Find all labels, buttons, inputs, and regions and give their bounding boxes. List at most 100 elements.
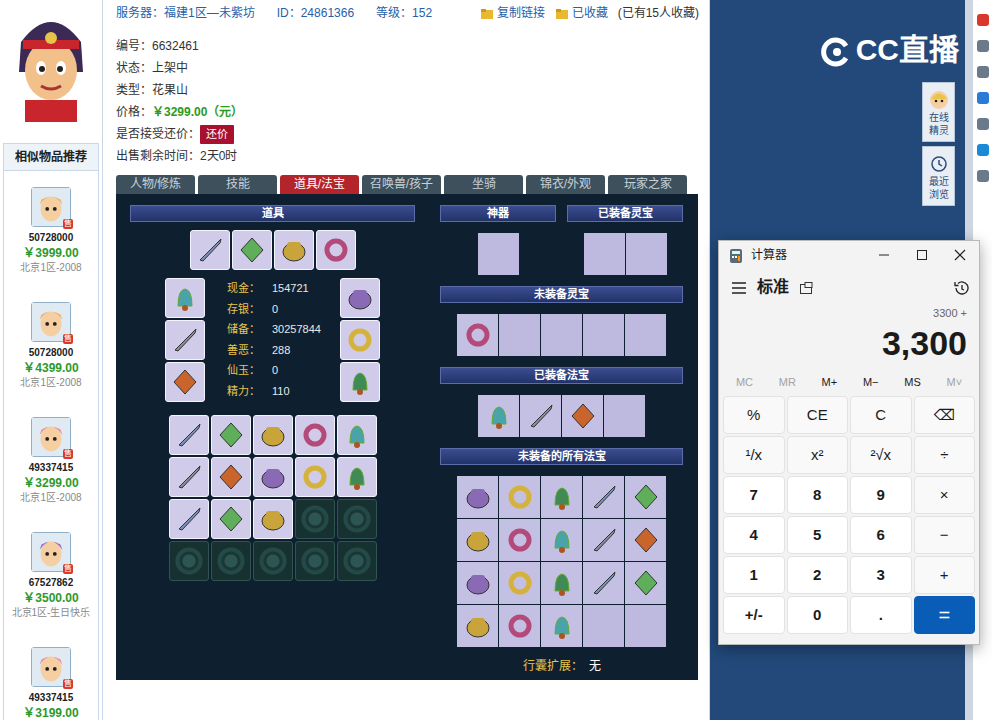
item-slot[interactable] (316, 230, 356, 270)
similar-item[interactable]: 售50728000￥4399.00北京1区-2008 (4, 286, 98, 401)
item-slot[interactable] (457, 562, 498, 604)
side-button[interactable]: 在线精灵 (922, 82, 955, 142)
tab[interactable]: 坐骑 (444, 175, 523, 194)
toolbar-icon[interactable] (977, 40, 989, 52)
item-slot[interactable] (541, 476, 582, 518)
bargain-button[interactable]: 还价 (200, 125, 234, 144)
item-slot[interactable] (211, 499, 251, 539)
item-slot[interactable] (211, 415, 251, 455)
calc-key[interactable]: x² (787, 436, 849, 474)
item-slot[interactable] (211, 457, 251, 497)
item-slot[interactable] (340, 320, 380, 360)
calc-key[interactable]: 1 (723, 556, 785, 594)
history-icon[interactable] (953, 278, 969, 296)
similar-item[interactable]: 售49337415￥3299.00北京1区-2008 (4, 401, 98, 516)
item-slot[interactable] (478, 395, 519, 437)
item-slot[interactable] (625, 476, 666, 518)
item-slot[interactable] (499, 562, 540, 604)
toolbar-icon[interactable] (977, 92, 989, 104)
item-slot[interactable] (295, 415, 335, 455)
item-slot[interactable] (499, 476, 540, 518)
item-slot[interactable] (499, 519, 540, 561)
maximize-icon[interactable] (903, 241, 941, 269)
calc-key[interactable]: C (850, 396, 912, 434)
toolbar-icon[interactable] (977, 14, 989, 26)
item-slot[interactable] (253, 457, 293, 497)
item-slot[interactable] (165, 278, 205, 318)
item-slot[interactable] (457, 605, 498, 647)
calc-key[interactable]: 8 (787, 476, 849, 514)
calc-key[interactable]: 9 (850, 476, 912, 514)
calc-key[interactable]: + (914, 556, 976, 594)
item-slot[interactable] (583, 476, 624, 518)
minimize-icon[interactable] (865, 241, 903, 269)
item-avatar-icon[interactable]: 售 (31, 302, 71, 342)
item-slot[interactable] (520, 395, 561, 437)
toolbar-icon[interactable] (977, 144, 989, 156)
item-slot[interactable] (232, 230, 272, 270)
similar-item[interactable]: 售50728000￥3999.00北京1区-2008 (4, 171, 98, 286)
item-avatar-icon[interactable]: 售 (31, 647, 71, 687)
tab[interactable]: 人物/修炼 (116, 175, 195, 194)
toolbar-icon[interactable] (977, 170, 989, 182)
item-slot[interactable] (295, 457, 335, 497)
calc-key[interactable]: = (914, 596, 976, 634)
item-slot[interactable] (340, 362, 380, 402)
calc-key[interactable]: +/- (723, 596, 785, 634)
item-slot[interactable] (274, 230, 314, 270)
calc-key[interactable]: 4 (723, 516, 785, 554)
item-slot[interactable] (169, 499, 209, 539)
calc-key[interactable]: % (723, 396, 785, 434)
close-icon[interactable] (941, 241, 979, 269)
calc-key[interactable]: 6 (850, 516, 912, 554)
calc-key[interactable]: ⌫ (914, 396, 976, 434)
cc-logo[interactable]: CC直播 (820, 32, 959, 68)
calc-key[interactable]: × (914, 476, 976, 514)
item-slot[interactable] (457, 476, 498, 518)
calc-key[interactable]: CE (787, 396, 849, 434)
item-avatar-icon[interactable]: 售 (31, 417, 71, 457)
item-slot[interactable] (625, 519, 666, 561)
item-slot[interactable] (337, 457, 377, 497)
item-slot[interactable] (541, 605, 582, 647)
item-slot[interactable] (253, 415, 293, 455)
item-slot[interactable] (583, 562, 624, 604)
item-slot[interactable] (499, 605, 540, 647)
calc-key[interactable]: ÷ (914, 436, 976, 474)
menu-icon[interactable] (731, 278, 747, 296)
item-slot[interactable] (541, 562, 582, 604)
calc-key[interactable]: 7 (723, 476, 785, 514)
item-slot[interactable] (457, 314, 498, 356)
tab[interactable]: 召唤兽/孩子 (362, 175, 441, 194)
memory-button[interactable]: MS (900, 372, 925, 393)
calc-key[interactable]: − (914, 516, 976, 554)
item-slot[interactable] (169, 457, 209, 497)
tab[interactable]: 玩家之家 (608, 175, 687, 194)
calc-key[interactable]: ²√x (850, 436, 912, 474)
tab[interactable]: 技能 (198, 175, 277, 194)
item-slot[interactable] (253, 499, 293, 539)
item-slot[interactable] (340, 278, 380, 318)
memory-button[interactable]: M− (859, 372, 883, 393)
item-slot[interactable] (583, 519, 624, 561)
item-slot[interactable] (190, 230, 230, 270)
item-slot[interactable] (625, 562, 666, 604)
similar-item[interactable]: 售67527862￥3500.00北京1区-生日快乐 (4, 516, 98, 631)
item-slot[interactable] (541, 519, 582, 561)
item-slot[interactable] (165, 320, 205, 360)
calc-key[interactable]: 3 (850, 556, 912, 594)
item-slot[interactable] (457, 519, 498, 561)
item-slot[interactable] (165, 362, 205, 402)
similar-item[interactable]: 售49337415￥3199.00 (4, 631, 98, 720)
item-slot[interactable] (562, 395, 603, 437)
copy-link-button[interactable]: 复制链接 (480, 4, 545, 22)
calc-key[interactable]: . (850, 596, 912, 634)
side-button[interactable]: 最近浏览 (922, 146, 955, 206)
calc-key[interactable]: ¹/x (723, 436, 785, 474)
tab[interactable]: 道具/法宝 (280, 175, 359, 194)
memory-button[interactable]: M+ (818, 372, 842, 393)
item-slot[interactable] (169, 415, 209, 455)
calc-key[interactable]: 2 (787, 556, 849, 594)
calc-key[interactable]: 0 (787, 596, 849, 634)
toolbar-icon[interactable] (977, 66, 989, 78)
